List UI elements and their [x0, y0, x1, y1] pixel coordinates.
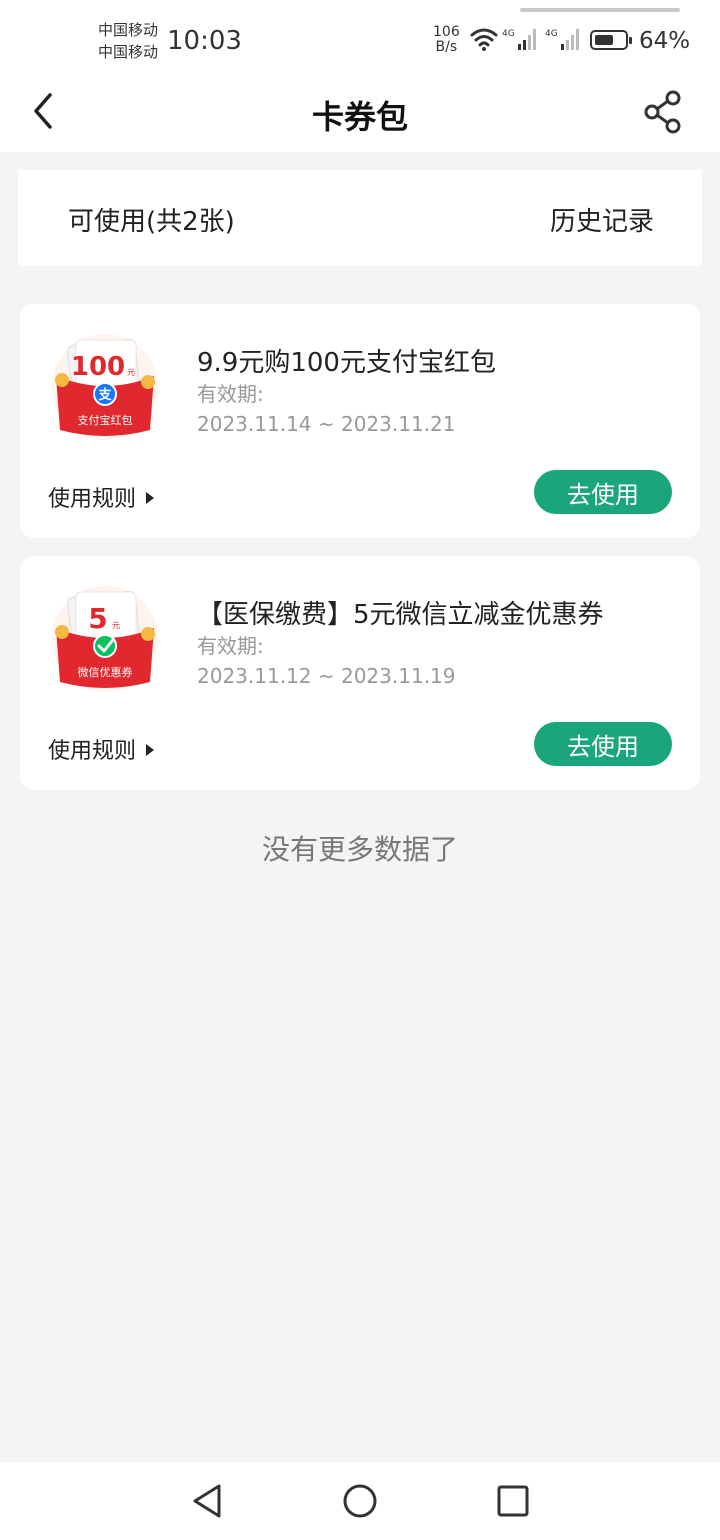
carrier-2: 中国移动 — [98, 43, 159, 61]
usage-rules-label: 使用规则 — [48, 739, 137, 764]
tab-history[interactable]: 历史记录 — [550, 201, 654, 238]
clock: 10:03 — [167, 26, 242, 56]
usage-rules-link[interactable]: 使用规则 — [48, 481, 155, 513]
validity-range: 2023.11.14 ~ 2023.11.21 — [197, 412, 456, 436]
share-icon[interactable] — [643, 90, 683, 134]
net-speed: 106 B/s — [433, 25, 460, 55]
cell-signal-1-icon: 4G — [502, 29, 536, 50]
wifi-icon — [470, 28, 498, 51]
page-title: 卡券包 — [311, 98, 408, 136]
usage-rules-label: 使用规则 — [48, 487, 137, 512]
coupon-image-unit: 元 — [127, 368, 135, 377]
coupon-card: 100 元 支 支付宝红包 9.9元购100元支付宝红包 有效期: 2023.1… — [20, 304, 700, 538]
network-type-2: 4G — [545, 29, 558, 39]
cell-signal-2-icon: 4G — [545, 29, 579, 50]
use-coupon-button[interactable]: 去使用 — [534, 722, 672, 766]
validity-label: 有效期: — [197, 634, 264, 658]
use-coupon-button[interactable]: 去使用 — [534, 470, 672, 514]
status-pill — [520, 8, 680, 12]
coupon-image-caption: 微信优惠券 — [78, 665, 133, 679]
square-recent-icon[interactable] — [496, 1482, 532, 1520]
validity-label: 有效期: — [197, 382, 264, 406]
alipay-red-packet-icon: 100 元 支 支付宝红包 — [52, 334, 158, 440]
net-speed-value: 106 — [433, 24, 460, 40]
triangle-back-icon[interactable] — [189, 1482, 225, 1520]
battery-icon — [590, 30, 632, 50]
status-bar: 中国移动 中国移动 10:03 106 B/s 4G 4G 64% — [0, 0, 720, 76]
coupon-title: 9.9元购100元支付宝红包 — [197, 348, 496, 378]
caret-right-icon — [146, 492, 155, 504]
net-speed-unit: B/s — [435, 39, 458, 55]
battery-percent: 64% — [639, 28, 691, 54]
validity-range: 2023.11.12 ~ 2023.11.19 — [197, 664, 456, 688]
carrier-1: 中国移动 — [98, 21, 159, 39]
circle-home-icon[interactable] — [342, 1482, 378, 1520]
coupon-image-caption: 支付宝红包 — [78, 413, 133, 427]
tab-available[interactable]: 可使用(共2张) — [68, 201, 235, 238]
coupon-image-amount: 5 — [88, 602, 107, 635]
caret-right-icon — [146, 744, 155, 756]
check-badge-icon — [93, 634, 117, 658]
wechat-coupon-icon: 5 元 微信优惠券 — [52, 586, 158, 692]
coupon-card: 5 元 微信优惠券 【医保缴费】5元微信立减金优惠券 有效期: 2023.11.… — [20, 556, 700, 790]
battery-fill — [595, 35, 613, 45]
network-type-1: 4G — [502, 29, 515, 39]
usage-rules-link[interactable]: 使用规则 — [48, 733, 155, 765]
system-nav-bar — [0, 1462, 720, 1540]
coupon-image-badge: 支 — [97, 387, 112, 403]
tab-bar: 可使用(共2张) 历史记录 — [18, 170, 702, 266]
coupon-image-amount: 100 — [71, 352, 125, 382]
no-more-data-message: 没有更多数据了 — [261, 833, 458, 866]
coupon-image-unit: 元 — [112, 621, 120, 630]
app-header: 卡券包 — [0, 76, 720, 152]
coupon-title: 【医保缴费】5元微信立减金优惠券 — [197, 600, 604, 630]
